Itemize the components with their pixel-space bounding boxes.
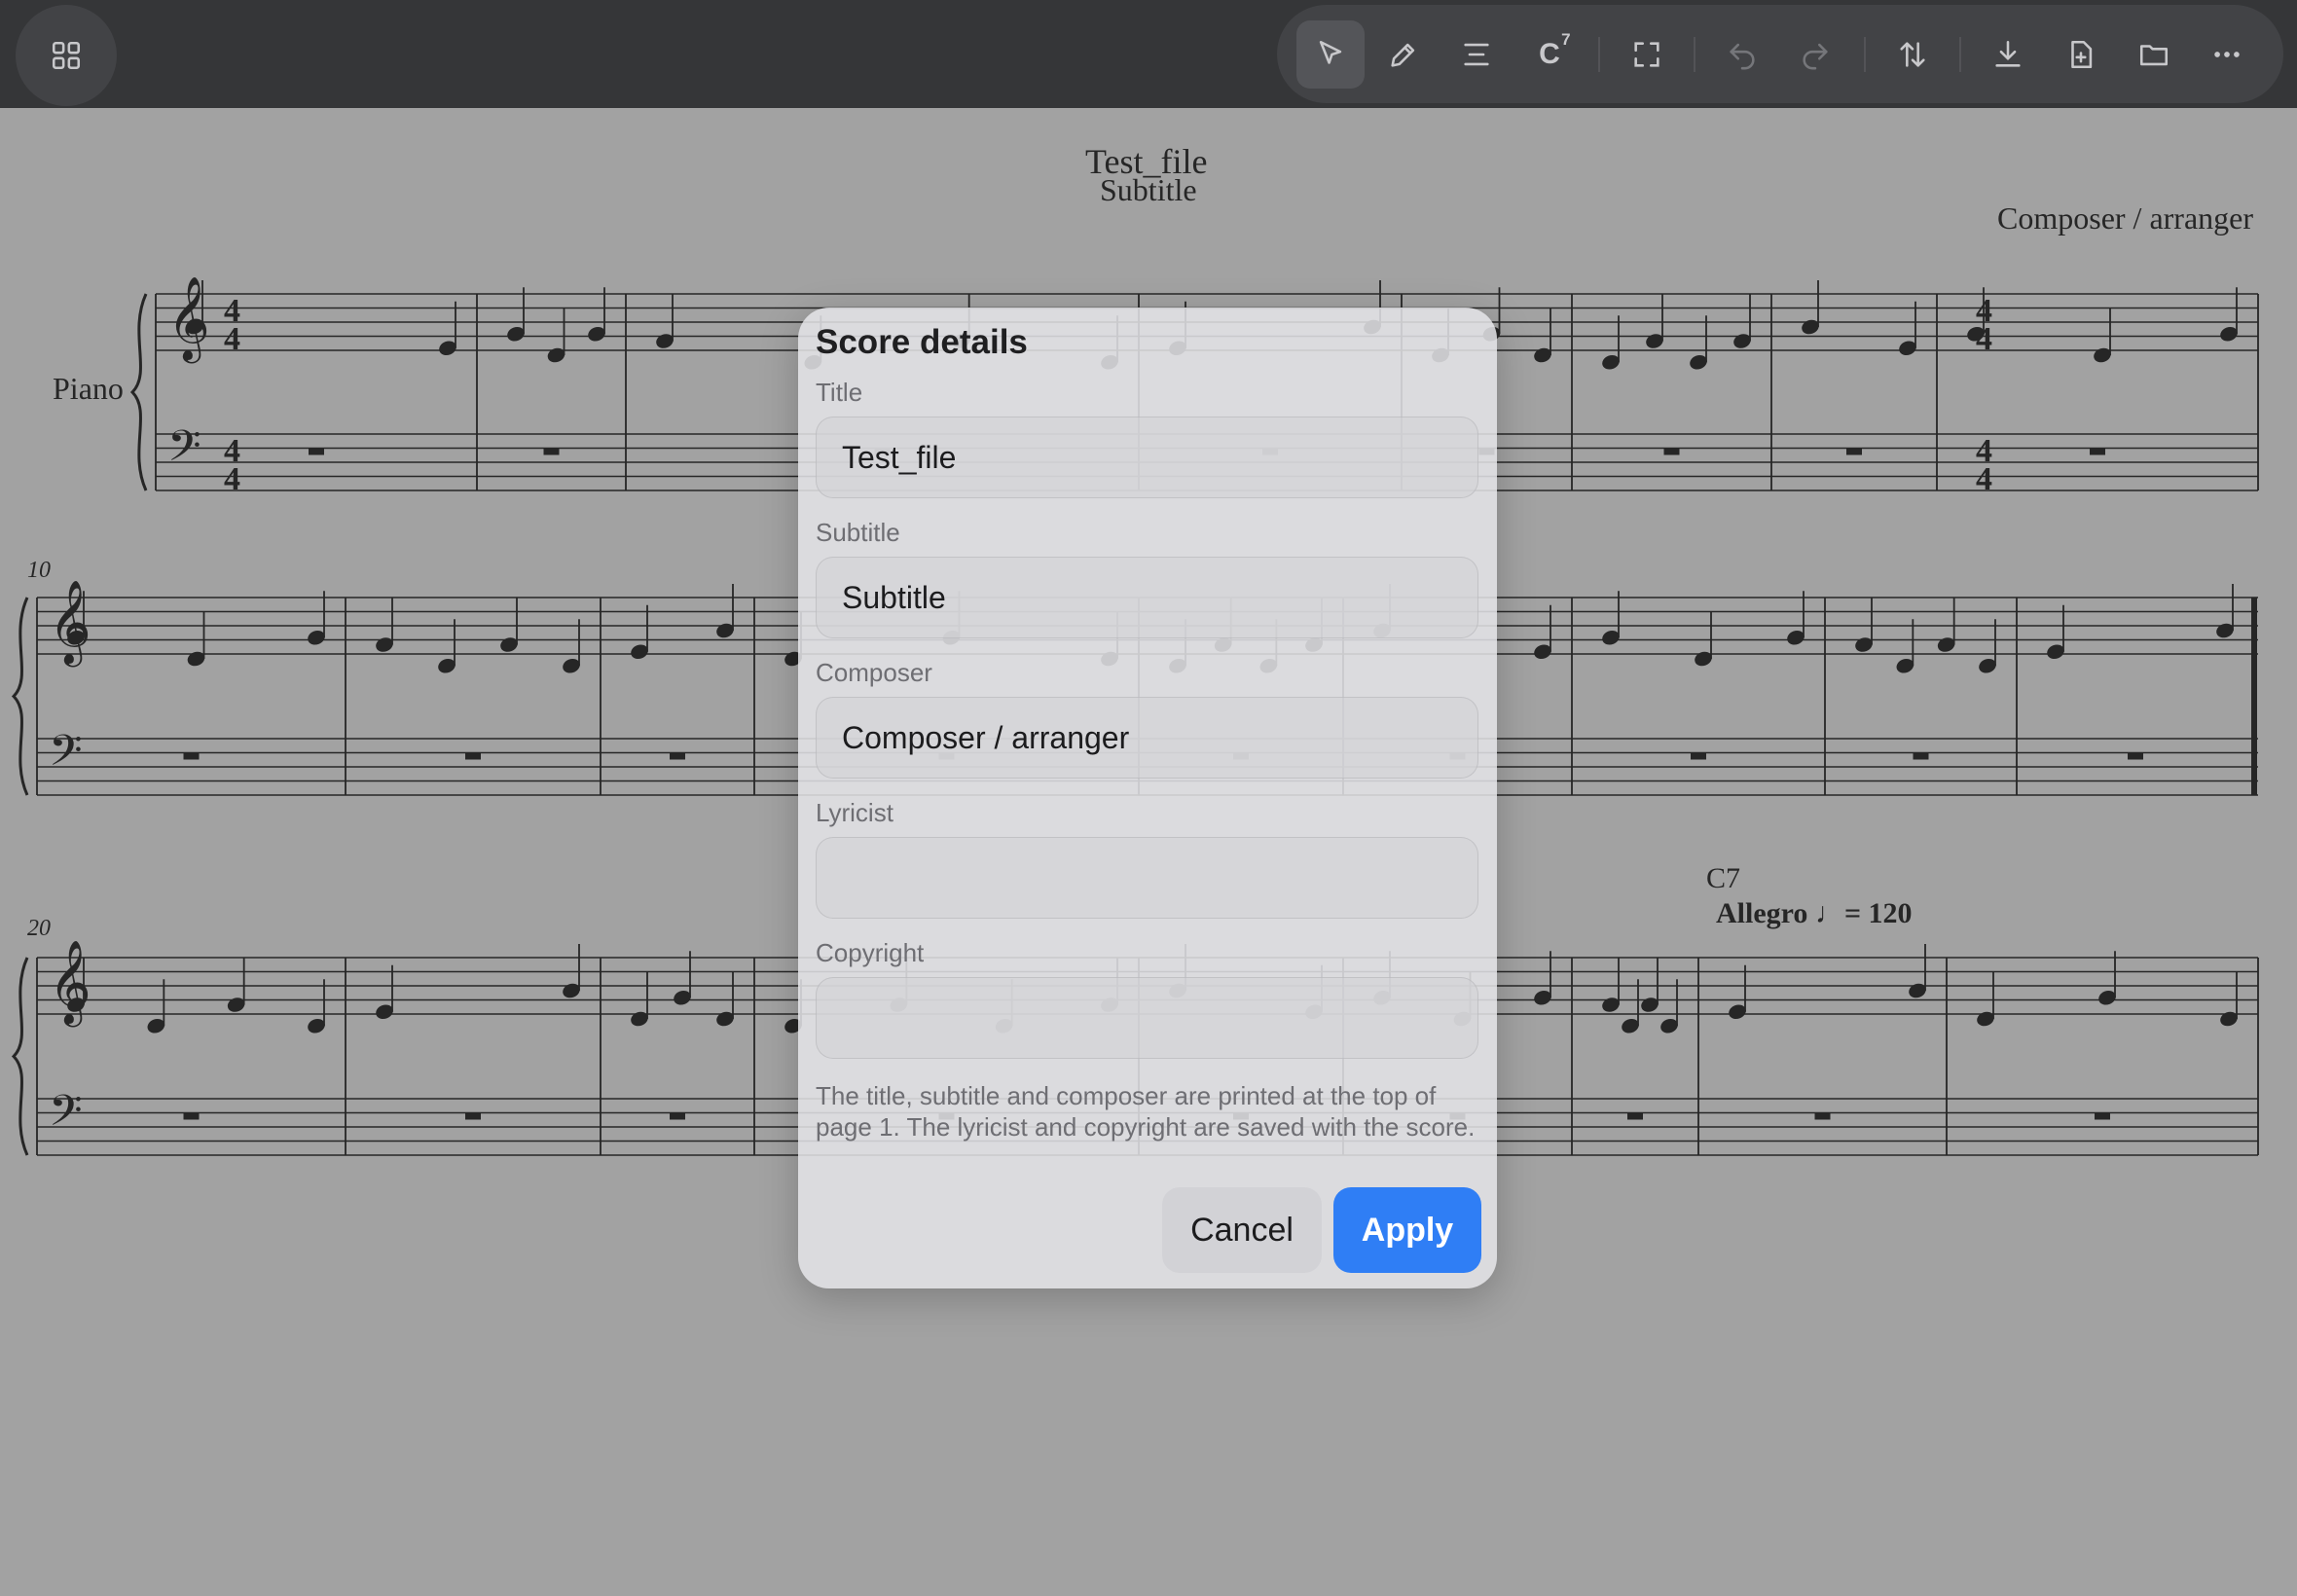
subtitle-label: Subtitle	[816, 518, 900, 547]
help-text: The title, subtitle and composer are pri…	[816, 1081, 1476, 1142]
apply-button[interactable]: Apply	[1333, 1187, 1481, 1273]
title-input[interactable]	[816, 417, 1478, 498]
composer-label: Composer	[816, 658, 932, 687]
copyright-input[interactable]	[816, 977, 1478, 1059]
composer-input[interactable]	[816, 697, 1478, 779]
copyright-label: Copyright	[816, 938, 925, 967]
lyricist-label: Lyricist	[816, 798, 893, 827]
subtitle-input[interactable]	[816, 557, 1478, 638]
score-details-dialog: Score details Title Subtitle Composer Ly…	[798, 308, 1497, 1288]
dialog-title: Score details	[816, 323, 1028, 361]
cancel-button[interactable]: Cancel	[1162, 1187, 1322, 1273]
title-label: Title	[816, 378, 863, 407]
lyricist-input[interactable]	[816, 837, 1478, 919]
